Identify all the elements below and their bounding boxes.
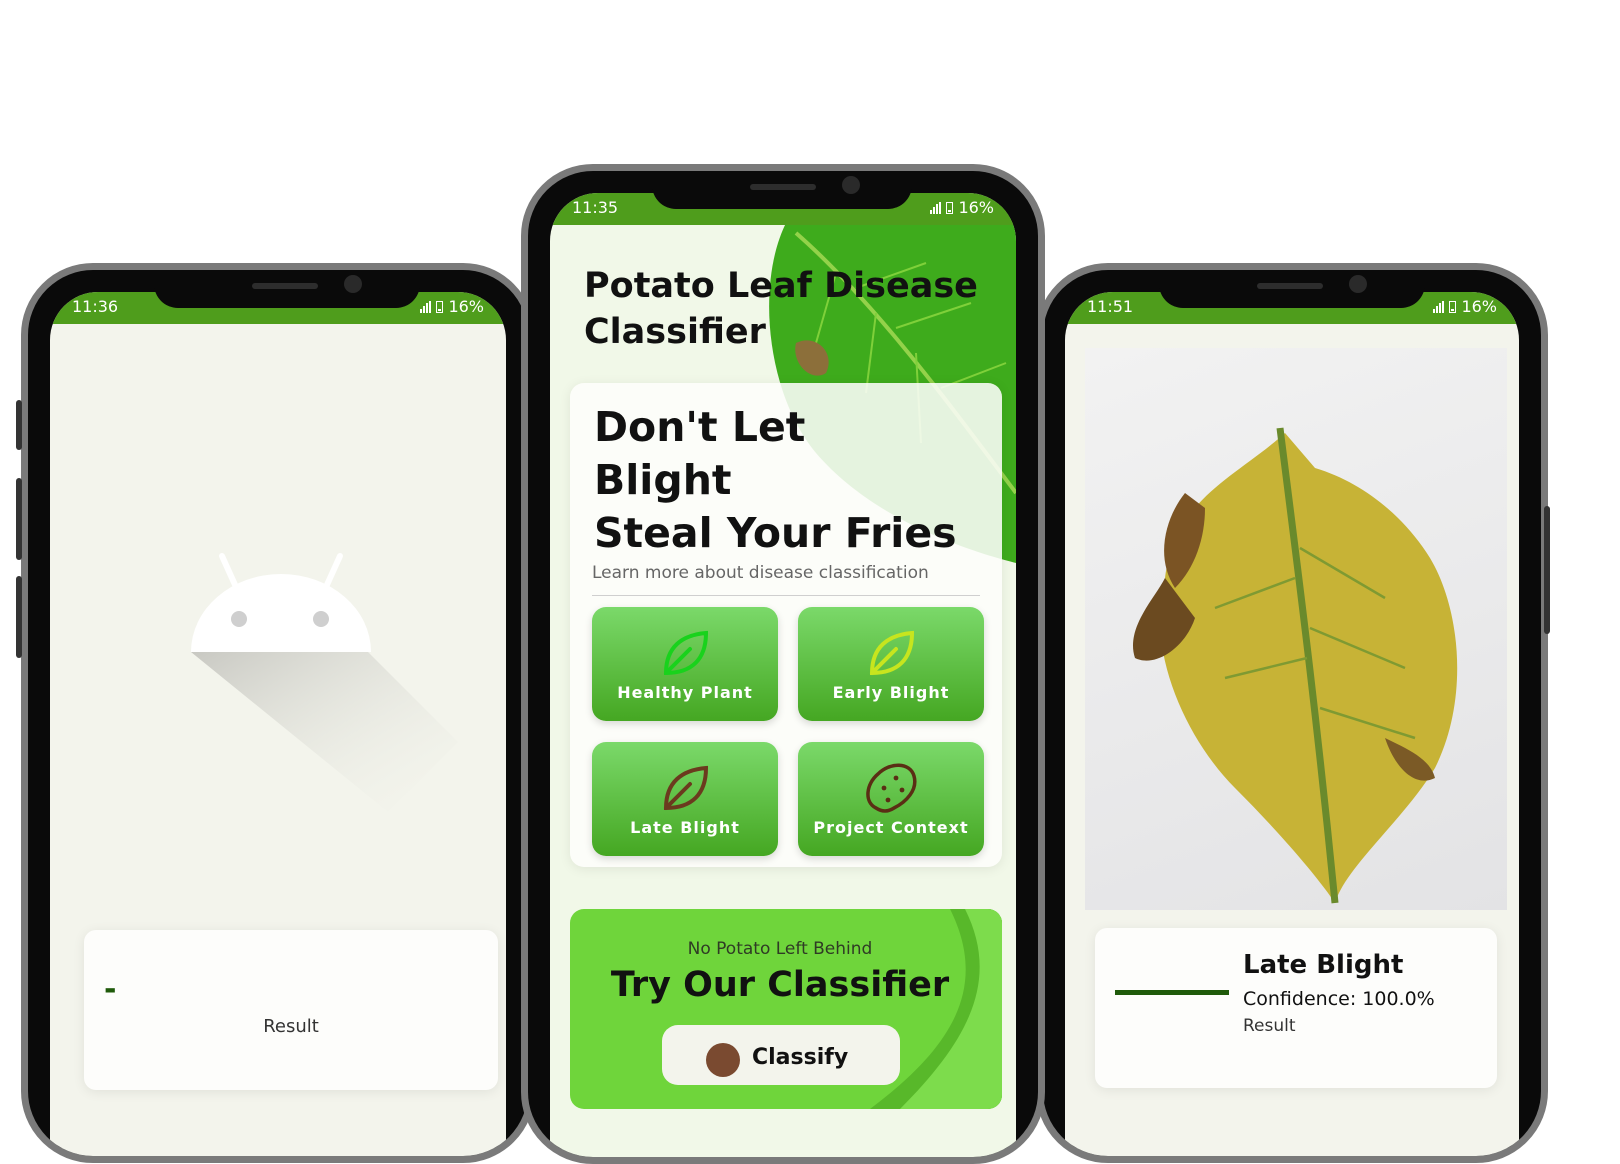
speaker-slit <box>1257 283 1323 289</box>
hero-heading: Don't Let Blight Steal Your Fries <box>594 401 957 560</box>
left-phone: 11:36 16% - Result <box>21 263 535 1163</box>
speaker-slit <box>252 283 318 289</box>
right-phone-screen: 11:51 16% Late Blight Confidence: 100.0%… <box>1065 292 1519 1156</box>
leaf-icon <box>663 765 709 811</box>
tile-late-blight[interactable]: Late Blight <box>592 742 778 856</box>
classify-button-label: Classify <box>752 1045 849 1070</box>
volume-down-button <box>16 478 22 560</box>
notch <box>154 270 420 308</box>
result-label: Result <box>263 1016 319 1037</box>
status-icons: 16% <box>1433 297 1497 316</box>
result-bar <box>1115 990 1229 995</box>
promo-card: No Potato Left Behind Try Our Classifier… <box>570 909 1002 1109</box>
confidence-text: Confidence: 100.0% <box>1243 988 1435 1010</box>
notch <box>1159 270 1425 308</box>
signal-icon <box>1433 300 1445 313</box>
volume-up-button <box>16 400 22 450</box>
signal-icon <box>420 300 432 313</box>
potato-icon <box>706 1043 740 1077</box>
leaf-image-icon <box>1132 427 1458 904</box>
promo-title: Try Our Classifier <box>610 965 950 1005</box>
left-phone-screen: 11:36 16% - Result <box>50 292 506 1156</box>
speaker-slit <box>750 184 816 190</box>
tile-early-blight[interactable]: Early Blight <box>798 607 984 721</box>
learn-more-link[interactable]: Learn more about disease classification <box>592 563 929 583</box>
signal-icon <box>930 201 942 214</box>
notch <box>652 171 912 209</box>
divider <box>592 595 980 596</box>
promo-subtitle: No Potato Left Behind <box>687 939 873 959</box>
disease-name: Late Blight <box>1243 950 1404 980</box>
center-phone-screen: 11:35 16% Potato Leaf Disease Classifier… <box>550 193 1016 1157</box>
app-title-line2: Classifier <box>584 312 766 352</box>
tile-label: Late Blight <box>630 818 740 837</box>
result-card: Late Blight Confidence: 100.0% Result <box>1095 928 1497 1088</box>
leaf-icon <box>663 630 709 676</box>
tile-label: Project Context <box>813 818 969 837</box>
result-dash: - <box>104 972 117 1007</box>
hero-card: Don't Let Blight Steal Your Fries Learn … <box>570 383 1002 867</box>
center-phone: 11:35 16% Potato Leaf Disease Classifier… <box>521 164 1045 1164</box>
battery-icon <box>1449 300 1457 313</box>
hero-line1: Don't Let <box>594 403 806 451</box>
hero-line2: Blight <box>594 456 732 504</box>
status-time: 11:35 <box>572 198 619 217</box>
potato-icon <box>866 763 917 813</box>
tile-project-context[interactable]: Project Context <box>798 742 984 856</box>
tile-healthy-plant[interactable]: Healthy Plant <box>592 607 778 721</box>
camera-dot <box>1349 275 1367 293</box>
leaf-icon <box>869 630 915 676</box>
power-button <box>16 576 22 658</box>
battery-percent: 16% <box>1461 297 1497 316</box>
tile-label: Early Blight <box>832 683 950 702</box>
app-title-line1: Potato Leaf Disease <box>584 266 978 306</box>
camera-dot <box>842 176 860 194</box>
app-title: Potato Leaf Disease Classifier <box>584 263 978 355</box>
battery-percent: 16% <box>958 198 994 217</box>
right-phone: 11:51 16% Late Blight Confidence: 100.0%… <box>1036 263 1548 1163</box>
result-label: Result <box>1243 1016 1296 1036</box>
camera-dot <box>344 275 362 293</box>
status-icons: 16% <box>930 198 994 217</box>
status-icons: 16% <box>420 297 484 316</box>
hero-line3: Steal Your Fries <box>594 509 957 557</box>
power-button <box>1544 506 1550 634</box>
leaf-photo <box>1085 348 1507 910</box>
status-time: 11:36 <box>72 297 119 316</box>
battery-percent: 16% <box>448 297 484 316</box>
tile-label: Healthy Plant <box>617 683 753 702</box>
classify-button[interactable]: Classify <box>662 1025 900 1085</box>
status-time: 11:51 <box>1087 297 1134 316</box>
battery-icon <box>436 300 444 313</box>
android-logo-icon <box>191 553 458 812</box>
battery-icon <box>946 201 954 214</box>
result-card: - Result <box>84 930 498 1090</box>
